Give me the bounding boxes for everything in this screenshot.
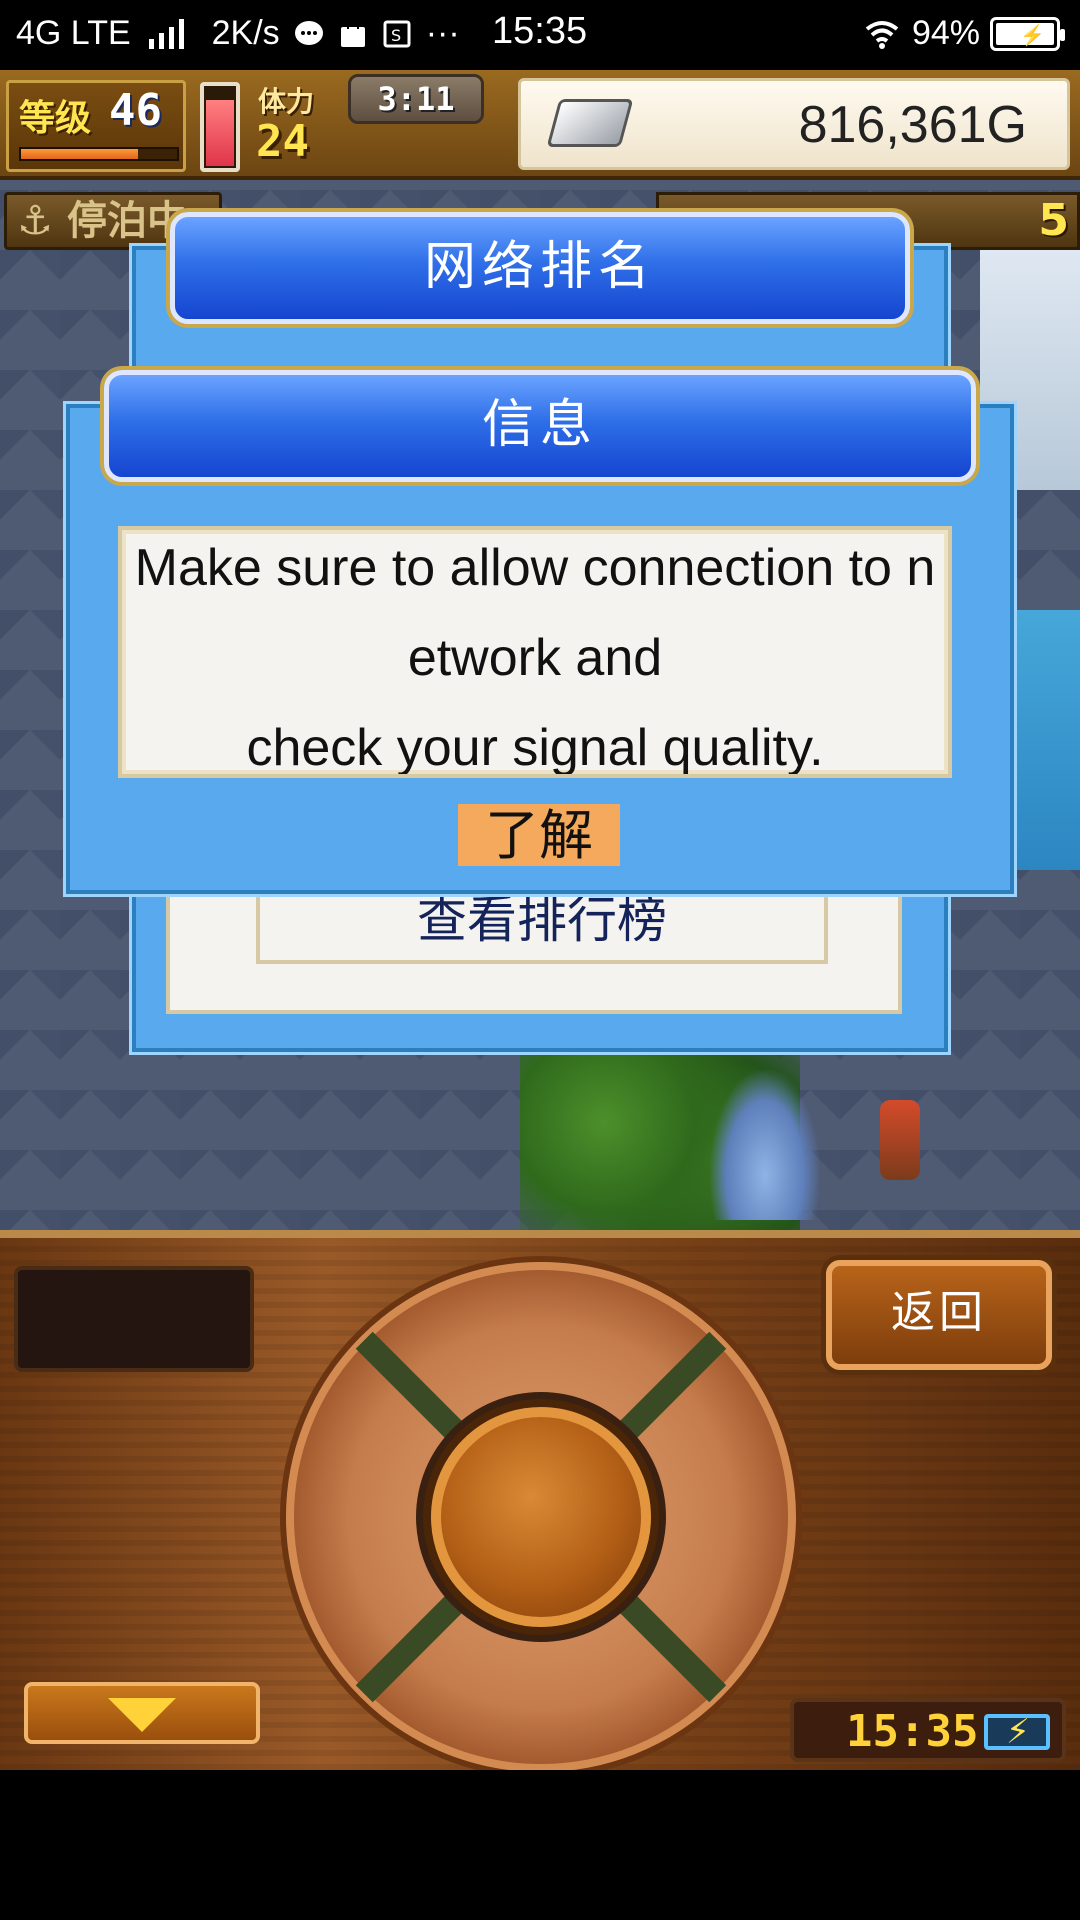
dpad-center-button[interactable] bbox=[431, 1407, 651, 1627]
stamina-timer: 3:11 bbox=[348, 74, 484, 124]
network-type: 4G LTE bbox=[16, 14, 131, 52]
stamina-label: 体力 bbox=[258, 85, 315, 118]
battery-percent: 94% bbox=[911, 14, 980, 52]
torch-stand bbox=[880, 1100, 920, 1180]
direction-pad[interactable] bbox=[286, 1262, 796, 1772]
dpad-right[interactable] bbox=[669, 1465, 789, 1585]
dpad-left[interactable] bbox=[304, 1465, 424, 1585]
battery-charging-icon: ⚡ bbox=[990, 16, 1065, 51]
stamina-value: 24 bbox=[256, 116, 309, 167]
status-bar-right: 94% ⚡ bbox=[862, 14, 1065, 53]
status-time: 15:35 bbox=[492, 10, 588, 52]
ok-button[interactable]: 了解 bbox=[458, 804, 620, 867]
screenshot-icon: S bbox=[383, 20, 411, 47]
info-dialog-title: 信息 bbox=[104, 370, 976, 482]
shopping-bag-icon bbox=[340, 18, 365, 47]
arrow-down-icon bbox=[108, 1698, 176, 1732]
status-bar: 4G LTE 2K/s S ··· 15:35 94% ⚡ bbox=[0, 0, 1080, 70]
network-speed: 2K/s bbox=[211, 14, 280, 52]
chat-icon bbox=[294, 20, 323, 45]
money-panel: 816,361G bbox=[518, 78, 1070, 170]
level-value: 46 bbox=[109, 85, 162, 136]
network-ranking-title: 网络排名 bbox=[170, 212, 910, 324]
money-value: 816,361G bbox=[798, 96, 1027, 154]
back-button[interactable]: 返回 bbox=[826, 1260, 1052, 1370]
level-label: 等级 bbox=[19, 98, 92, 139]
battery-charging-icon: ⚡ bbox=[984, 1712, 1050, 1752]
info-message-panel: Make sure to allow connection to n etwor… bbox=[118, 526, 952, 778]
bottom-black-bar bbox=[0, 1770, 1080, 1920]
status-bar-left: 4G LTE 2K/s S ··· bbox=[16, 14, 460, 53]
silver-ingot-icon bbox=[546, 99, 634, 147]
more-dots: ··· bbox=[425, 14, 460, 52]
fountain bbox=[710, 1070, 820, 1220]
info-message-line-2: etwork and bbox=[407, 629, 663, 687]
info-message-line-3: check your signal quality. bbox=[246, 719, 824, 777]
wifi-icon bbox=[865, 20, 899, 49]
resource-count: 5 bbox=[1038, 195, 1069, 246]
top-hud: 等级 46 体力 24 3:11 816,361G bbox=[0, 70, 1080, 180]
stamina-gauge-fill bbox=[206, 99, 234, 166]
xp-bar-fill bbox=[21, 149, 138, 159]
level-panel: 等级 46 bbox=[6, 80, 186, 172]
dpad-down[interactable] bbox=[489, 1645, 609, 1765]
dpad-up[interactable] bbox=[489, 1280, 609, 1400]
signal-icon bbox=[148, 18, 184, 49]
info-screen bbox=[14, 1266, 254, 1372]
game-clock-time: 15:35 bbox=[846, 1706, 979, 1757]
xp-bar bbox=[19, 147, 179, 161]
stamina-gauge bbox=[200, 82, 240, 172]
game-clock: 15:35 ⚡ bbox=[790, 1698, 1066, 1762]
info-message-line-1: Make sure to allow connection to n bbox=[134, 539, 936, 597]
anchor-icon: ⚓ bbox=[17, 198, 53, 244]
scroll-down-button[interactable] bbox=[24, 1682, 260, 1744]
svg-text:S: S bbox=[391, 26, 401, 45]
dock-status-label: 停泊中 bbox=[67, 198, 187, 244]
control-panel: 返回 15:35 ⚡ bbox=[0, 1230, 1080, 1772]
